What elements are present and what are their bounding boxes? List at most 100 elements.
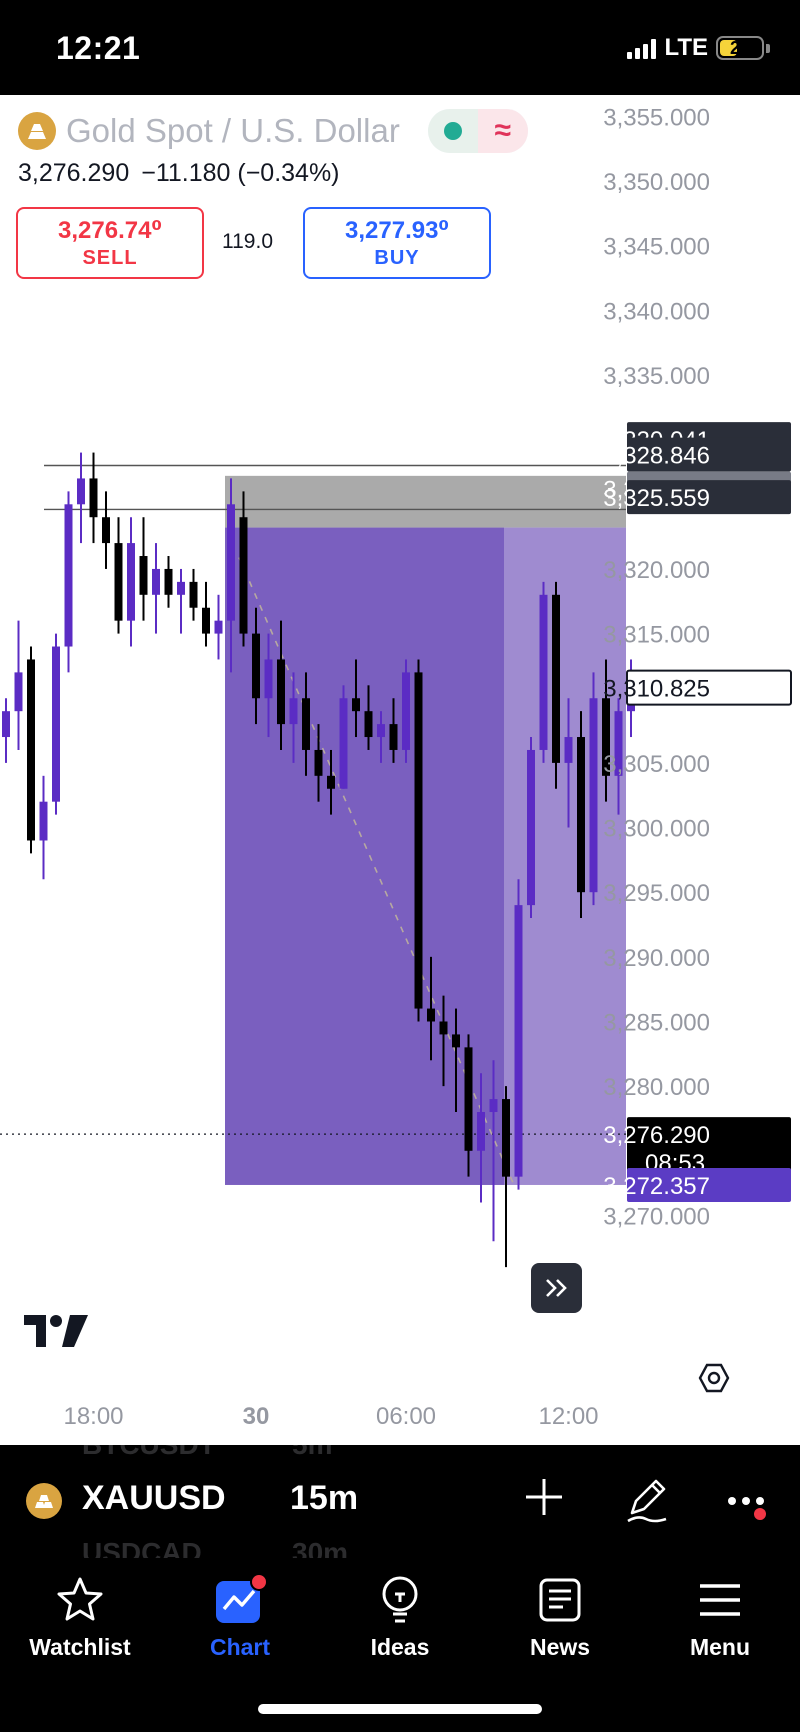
x-tick-label: 12:00 <box>538 1403 598 1430</box>
chart-settings-icon[interactable] <box>697 1361 731 1395</box>
candle <box>227 504 235 621</box>
candle <box>427 1008 435 1022</box>
chart-area[interactable]: 3,355.000 3,350.000 3,345.000 3,340.000 3,33… <box>0 95 800 1445</box>
candle <box>202 607 210 634</box>
candle <box>339 698 348 789</box>
gold-symbol-icon <box>26 1483 62 1519</box>
candle <box>577 737 585 893</box>
sell-label: SELL <box>82 247 138 269</box>
candle <box>64 504 73 647</box>
y-tick-label: 3,300.000 <box>603 816 710 843</box>
candle <box>439 1021 448 1035</box>
interval-selector[interactable]: 15m <box>290 1479 358 1518</box>
candle <box>27 659 35 841</box>
candle <box>277 659 285 725</box>
stop-loss-zone <box>225 475 626 528</box>
nav-label-watchlist: Watchlist <box>29 1634 131 1660</box>
y-tick-label: 3,350.000 <box>603 169 710 196</box>
double-chevron-right-icon <box>545 1279 567 1297</box>
nav-ideas[interactable]: Ideas <box>320 1572 480 1661</box>
signal-icon <box>627 37 657 59</box>
x-tick-label: 30 <box>243 1403 270 1430</box>
sell-price: 3,276.74⁰ <box>58 217 162 244</box>
buy-label: BUY <box>374 247 420 269</box>
x-tick-label: 06:00 <box>376 1403 436 1430</box>
news-icon <box>530 1572 590 1628</box>
candle <box>139 556 148 595</box>
candle <box>239 517 248 634</box>
price-change: −11.180 (−0.34%) <box>141 159 340 187</box>
candle <box>539 594 548 750</box>
status-bar: 12:21 LTE 20 <box>0 0 800 95</box>
bottom-navigation: Watchlist Chart Ideas News Menu <box>0 1558 800 1732</box>
candle <box>389 724 398 750</box>
next-interval-ghost: 30m <box>292 1537 349 1558</box>
buy-button[interactable]: 3,277.93⁰ BUY <box>303 207 491 279</box>
nav-label-chart: Chart <box>209 1634 271 1660</box>
market-open-icon <box>443 122 462 140</box>
status-indicators: LTE 20 <box>627 34 770 62</box>
nav-news[interactable]: News <box>480 1572 640 1661</box>
price-summary: 3,276.290 −11.180 (−0.34%) <box>18 159 340 188</box>
candlestick-chart[interactable]: 3,355.000 3,350.000 3,345.000 3,340.000 3,33… <box>0 95 800 1445</box>
candle <box>252 633 260 699</box>
candle <box>527 749 535 906</box>
scroll-to-realtime-button[interactable] <box>531 1263 582 1313</box>
candle <box>489 1099 498 1113</box>
candle <box>114 543 123 621</box>
y-tick-label: 3,295.000 <box>603 880 710 907</box>
hamburger-icon <box>690 1572 750 1628</box>
y-tick-label: 3,355.000 <box>603 104 710 131</box>
candle <box>77 478 85 505</box>
nav-menu[interactable]: Menu <box>640 1572 800 1661</box>
y-tick-label: 3,280.000 <box>603 1074 710 1101</box>
candle <box>127 543 135 621</box>
candle <box>214 620 223 634</box>
price-tag-label: 3,328.846 <box>603 443 710 470</box>
nav-watchlist[interactable]: Watchlist <box>0 1572 160 1661</box>
battery-icon: 20 <box>716 36 764 60</box>
market-status-pill[interactable]: ≈ <box>427 109 528 153</box>
status-time: 12:21 <box>56 30 141 66</box>
network-label: LTE <box>664 34 708 61</box>
candle <box>352 698 360 712</box>
plus-icon[interactable] <box>522 1475 566 1519</box>
more-icon[interactable] <box>726 1487 772 1523</box>
candle <box>402 672 410 750</box>
x-tick-label: 18:00 <box>63 1403 123 1430</box>
candle <box>552 594 560 763</box>
nav-label-menu: Menu <box>689 1634 751 1660</box>
candle <box>514 905 523 1177</box>
pencil-icon[interactable] <box>622 1475 672 1525</box>
candle <box>364 711 373 738</box>
battery-level: 20 <box>729 37 751 58</box>
y-tick-label: 3,345.000 <box>603 234 710 261</box>
candle <box>2 711 10 738</box>
nav-label-ideas: Ideas <box>370 1634 430 1660</box>
sell-button[interactable]: 3,276.74⁰ SELL <box>16 207 204 279</box>
chart-toolbar: BTCUSDT 5m USDCAD 30m XAUUSD 15m <box>0 1445 800 1558</box>
symbol-selector[interactable]: XAUUSD <box>82 1479 226 1518</box>
gold-symbol-icon <box>18 112 56 150</box>
prev-interval-ghost: 5m <box>292 1445 332 1461</box>
price-tag-label: 3,276.290 <box>603 1122 710 1149</box>
candle <box>477 1112 485 1151</box>
buy-price: 3,277.93⁰ <box>345 217 449 244</box>
wave-icon: ≈ <box>477 109 528 153</box>
star-icon <box>50 1572 110 1628</box>
y-tick-label: 3,315.000 <box>603 622 710 649</box>
candle <box>414 672 423 1009</box>
tradingview-logo <box>24 1315 88 1347</box>
nav-chart[interactable]: Chart <box>160 1572 320 1661</box>
candle <box>164 568 173 595</box>
price-tag-label: 3,272.357 <box>603 1173 710 1200</box>
y-tick-label: 3,335.000 <box>603 363 710 390</box>
y-tick-label: 3,340.000 <box>603 298 710 325</box>
candle <box>377 724 385 738</box>
candle <box>264 659 273 699</box>
symbol-title[interactable]: Gold Spot / U.S. Dollar <box>66 112 400 150</box>
nav-label-news: News <box>529 1634 591 1660</box>
price-tag-label: 3,310.825 <box>603 676 710 703</box>
symbol-header[interactable]: Gold Spot / U.S. Dollar ≈ <box>18 109 528 153</box>
candle <box>589 698 598 893</box>
